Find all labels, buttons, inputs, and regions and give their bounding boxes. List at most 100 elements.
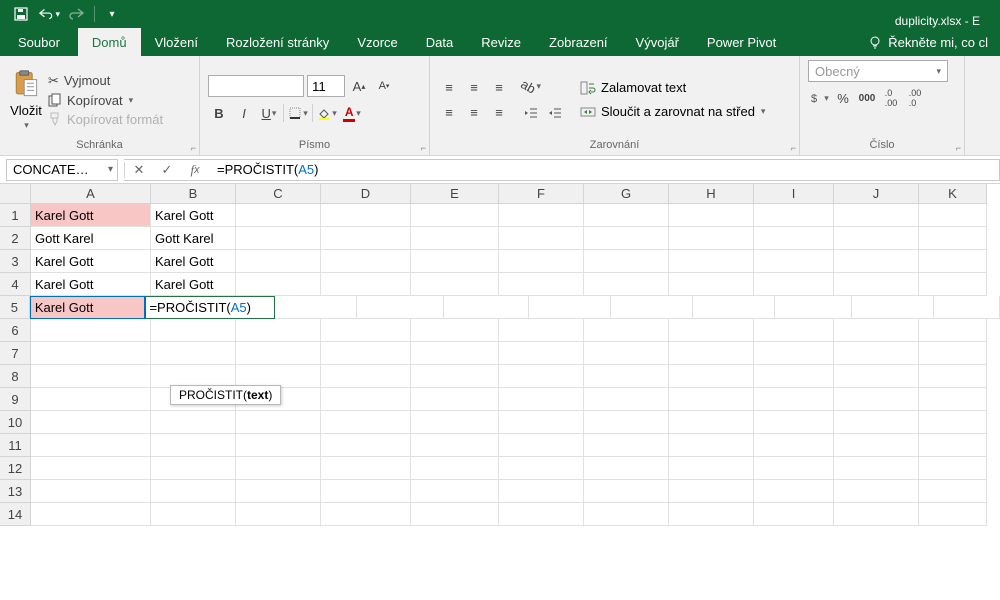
cell[interactable] [584,227,669,250]
alignment-launcher-icon[interactable]: ⌐ [791,143,796,153]
orientation-button[interactable]: ab▾ [520,75,542,97]
col-header-C[interactable]: C [236,184,321,204]
row-header[interactable]: 3 [0,250,31,273]
cell[interactable]: Karel Gott [31,250,151,273]
col-header-I[interactable]: I [754,184,834,204]
cell[interactable]: Karel Gott [151,250,236,273]
enter-formula-icon[interactable]: ✓ [153,160,181,180]
cell[interactable] [669,503,754,526]
cell[interactable] [321,503,411,526]
cell[interactable] [31,434,151,457]
cell[interactable] [411,457,499,480]
cell[interactable] [669,273,754,296]
cell[interactable] [919,342,987,365]
cell[interactable] [321,434,411,457]
cell[interactable] [584,434,669,457]
cell[interactable] [499,204,584,227]
cell[interactable] [754,480,834,503]
cell[interactable] [411,365,499,388]
cell[interactable] [754,411,834,434]
cell[interactable] [611,296,693,319]
align-left-icon[interactable]: ≡ [438,101,460,123]
cell[interactable] [31,319,151,342]
border-button[interactable]: ▾ [287,102,309,124]
cell[interactable] [151,457,236,480]
cell[interactable] [584,365,669,388]
cell[interactable] [236,227,321,250]
col-header-A[interactable]: A [31,184,151,204]
cell[interactable] [499,365,584,388]
formula-input[interactable]: =PROČISTIT(A5) [209,159,1000,181]
row-header[interactable]: 4 [0,273,31,296]
row-header[interactable]: 9 [0,388,31,411]
tab-insert[interactable]: Vložení [141,28,212,56]
cell[interactable] [151,319,236,342]
comma-format-icon[interactable]: 000 [856,87,878,109]
cell[interactable] [584,457,669,480]
cell[interactable] [754,273,834,296]
cell[interactable] [499,457,584,480]
cell[interactable] [584,273,669,296]
cell[interactable] [775,296,852,319]
align-center-icon[interactable]: ≡ [463,101,485,123]
cell[interactable] [754,319,834,342]
cell[interactable] [934,296,1000,319]
cell[interactable] [529,296,611,319]
italic-button[interactable]: I [233,102,255,124]
tab-powerpivot[interactable]: Power Pivot [693,28,790,56]
cell[interactable] [669,480,754,503]
cell[interactable] [834,411,919,434]
font-launcher-icon[interactable]: ⌐ [421,143,426,153]
cell[interactable] [693,296,775,319]
cell[interactable] [236,434,321,457]
row-header[interactable]: 12 [0,457,31,480]
cell[interactable] [151,342,236,365]
cell[interactable] [669,365,754,388]
cell[interactable] [321,411,411,434]
number-launcher-icon[interactable]: ⌐ [956,143,961,153]
increase-font-icon[interactable]: A▴ [348,75,370,97]
cell[interactable] [236,250,321,273]
cell[interactable] [321,204,411,227]
font-size-combo[interactable] [307,75,345,97]
cell[interactable] [499,342,584,365]
cell[interactable] [236,273,321,296]
row-header[interactable]: 1 [0,204,31,227]
cell[interactable] [669,342,754,365]
increase-indent-icon[interactable] [544,102,566,124]
align-top-icon[interactable]: ≡ [438,76,460,98]
cell[interactable] [31,388,151,411]
col-header-B[interactable]: B [151,184,236,204]
cell[interactable] [834,227,919,250]
cell[interactable] [669,457,754,480]
cell[interactable] [411,319,499,342]
clipboard-launcher-icon[interactable]: ⌐ [191,143,196,153]
align-bottom-icon[interactable]: ≡ [488,76,510,98]
cell[interactable] [31,342,151,365]
cell[interactable] [411,434,499,457]
cell[interactable] [669,434,754,457]
tab-review[interactable]: Revize [467,28,535,56]
cell[interactable] [499,503,584,526]
cell[interactable] [499,411,584,434]
qat-customize-icon[interactable]: ▾ [101,3,123,25]
cell[interactable]: Gott Karel [151,227,236,250]
align-right-icon[interactable]: ≡ [488,101,510,123]
cell[interactable]: Gott Karel [31,227,151,250]
tab-data[interactable]: Data [412,28,467,56]
paste-button[interactable]: Vložit ▾ [8,67,44,133]
cell[interactable] [584,342,669,365]
select-all-corner[interactable] [0,184,31,204]
cell[interactable] [919,273,987,296]
decrease-indent-icon[interactable] [520,102,542,124]
cell[interactable] [321,227,411,250]
cell[interactable] [669,388,754,411]
cell[interactable] [499,388,584,411]
cell[interactable] [499,480,584,503]
row-header[interactable]: 8 [0,365,31,388]
cell[interactable] [321,457,411,480]
percent-format-icon[interactable]: % [832,87,854,109]
cell[interactable] [499,250,584,273]
cell[interactable] [834,204,919,227]
cell[interactable] [919,503,987,526]
